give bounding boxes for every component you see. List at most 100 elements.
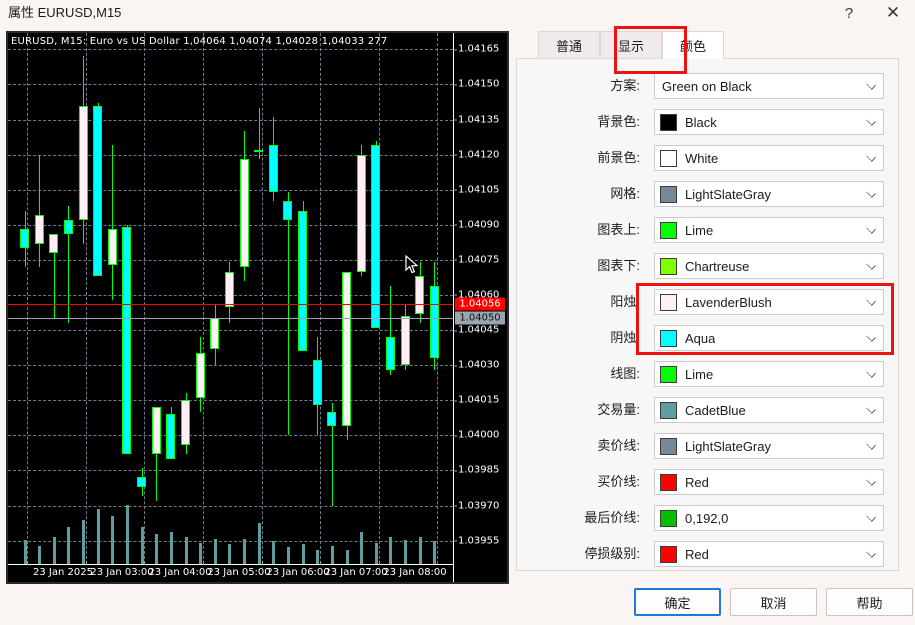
bull-candle-color-value: LavenderBlush	[685, 294, 772, 310]
time-tick-mark	[27, 561, 28, 565]
chevron-down-icon[interactable]	[866, 548, 876, 558]
field-row-ask-line-color: 卖价线: LightSlateGray	[517, 433, 900, 469]
gridline-vertical	[320, 33, 321, 564]
bar-down-color-combobox[interactable]: Chartreuse	[654, 253, 884, 279]
bid-line-color-value: Red	[685, 474, 709, 490]
foreground-color-label: 前景色:	[597, 150, 640, 165]
price-tick-label: 1.04075	[452, 254, 500, 266]
chevron-down-icon[interactable]	[866, 512, 876, 522]
ok-button[interactable]: 确定	[634, 588, 721, 616]
ask-line-color-swatch	[660, 437, 677, 455]
chevron-down-icon[interactable]	[866, 332, 876, 342]
tab-colors[interactable]: 颜色	[662, 31, 724, 59]
chevron-down-icon[interactable]	[866, 116, 876, 126]
volume-color-swatch	[660, 401, 677, 419]
scheme-label: 方案:	[610, 78, 640, 93]
ask-line-color-combobox[interactable]: LightSlateGray	[654, 433, 884, 459]
chevron-down-icon[interactable]	[866, 368, 876, 378]
line-chart-color-swatch	[660, 365, 677, 383]
foreground-color-swatch	[660, 149, 677, 167]
bar-down-color-swatch	[660, 257, 677, 275]
bar-up-color-swatch	[660, 221, 677, 239]
price-tick-label: 1.03970	[452, 500, 500, 512]
bid-line-color-swatch	[660, 473, 677, 491]
gridline-horizontal	[8, 505, 453, 507]
chevron-down-icon[interactable]	[866, 152, 876, 162]
time-tick-label: 23 Jan 04:00	[148, 567, 212, 578]
volume-bar	[126, 504, 129, 564]
title-bar: 属性 EURUSD,M15 ? ✕	[0, 0, 915, 26]
price-tick-label: 1.04045	[452, 324, 500, 336]
price-tick-label: 1.04105	[452, 184, 500, 196]
tab-normal[interactable]: 普通	[538, 31, 600, 59]
ask-price-line	[8, 318, 453, 320]
candle-bullish	[225, 271, 234, 307]
close-icon[interactable]: ✕	[871, 0, 915, 26]
chevron-down-icon[interactable]	[866, 260, 876, 270]
bar-up-color-label: 图表上:	[597, 222, 640, 237]
volume-bar	[141, 527, 144, 564]
time-axis[interactable]: 23 Jan 2025 23 Jan 03:00 23 Jan 04:00 23 Ja…	[8, 561, 453, 582]
grid-color-combobox[interactable]: LightSlateGray	[654, 181, 884, 207]
bear-candle-color-combobox[interactable]: Aqua	[654, 325, 884, 351]
chart-header-label: EURUSD, M15: Euro vs US Dollar 1,04064 1…	[11, 36, 388, 47]
button-label: 确定	[664, 595, 691, 611]
chevron-down-icon[interactable]	[866, 80, 876, 90]
volume-bar	[199, 542, 202, 564]
grid-color-label: 网格:	[610, 186, 640, 201]
stop-level-color-combobox[interactable]: Red	[654, 541, 884, 567]
foreground-color-combobox[interactable]: White	[654, 145, 884, 171]
help-icon[interactable]: ?	[827, 0, 871, 26]
gridline-horizontal	[8, 259, 453, 261]
time-tick-mark	[262, 561, 263, 565]
candle-bullish	[35, 215, 44, 244]
chevron-down-icon[interactable]	[866, 224, 876, 234]
chevron-down-icon[interactable]	[866, 188, 876, 198]
last-price-line-color-combobox[interactable]: 0,192,0	[654, 505, 884, 531]
volume-bar	[316, 549, 319, 564]
last-price-line-color-swatch	[660, 509, 677, 527]
line-chart-color-combobox[interactable]: Lime	[654, 361, 884, 387]
chart-canvas[interactable]: EURUSD, M15: Euro vs US Dollar 1,04064 1…	[8, 33, 507, 582]
volume-bar	[82, 520, 85, 564]
tab-strip: 普通 显示 颜色	[516, 31, 915, 59]
chevron-down-icon[interactable]	[866, 296, 876, 306]
chevron-down-icon[interactable]	[866, 404, 876, 414]
gridline-horizontal	[8, 330, 453, 332]
bid-line-color-combobox[interactable]: Red	[654, 469, 884, 495]
price-tick-label: 1.03955	[452, 535, 500, 547]
scheme-combobox[interactable]: Green on Black	[654, 73, 884, 99]
background-color-combobox[interactable]: Black	[654, 109, 884, 135]
candle-bullish	[49, 234, 58, 253]
field-row-line-chart-color: 线图: Lime	[517, 361, 900, 397]
volume-bar	[375, 542, 378, 564]
price-tick-label: 1.04165	[452, 43, 500, 55]
tab-display[interactable]: 显示	[600, 31, 662, 59]
chart-preview[interactable]: EURUSD, M15: Euro vs US Dollar 1,04064 1…	[6, 31, 509, 584]
volume-bar	[433, 541, 436, 564]
cancel-button[interactable]: 取消	[730, 588, 817, 616]
settings-panel: 普通 显示 颜色 方案: Green on Black 背景色: Black 前景色: Whi…	[516, 26, 915, 625]
chevron-down-icon[interactable]	[866, 440, 876, 450]
grid-color-value: LightSlateGray	[685, 186, 771, 202]
field-row-scheme: 方案: Green on Black	[517, 73, 900, 109]
volume-color-combobox[interactable]: CadetBlue	[654, 397, 884, 423]
gridline-horizontal	[8, 119, 453, 121]
volume-bar	[53, 537, 56, 564]
candle-bearish	[371, 145, 380, 328]
bar-up-color-value: Lime	[685, 222, 714, 238]
tab-label: 颜色	[679, 39, 706, 54]
bull-candle-color-combobox[interactable]: LavenderBlush	[654, 289, 884, 315]
candle-bullish	[181, 400, 190, 445]
button-label: 帮助	[856, 595, 883, 611]
help-button[interactable]: 帮助	[826, 588, 913, 616]
volume-bar	[185, 537, 188, 564]
time-tick-label: 23 Jan 06:00	[266, 567, 330, 578]
volume-bar	[155, 534, 158, 564]
time-tick-label: 23 Jan 05:00	[207, 567, 271, 578]
candle-bearish	[93, 105, 102, 277]
bar-up-color-combobox[interactable]: Lime	[654, 217, 884, 243]
candle-bullish	[196, 353, 205, 398]
price-axis[interactable]: 1.04165 1.04150 1.04135 1.04120 1.04105 1.040…	[452, 33, 507, 582]
chevron-down-icon[interactable]	[866, 476, 876, 486]
